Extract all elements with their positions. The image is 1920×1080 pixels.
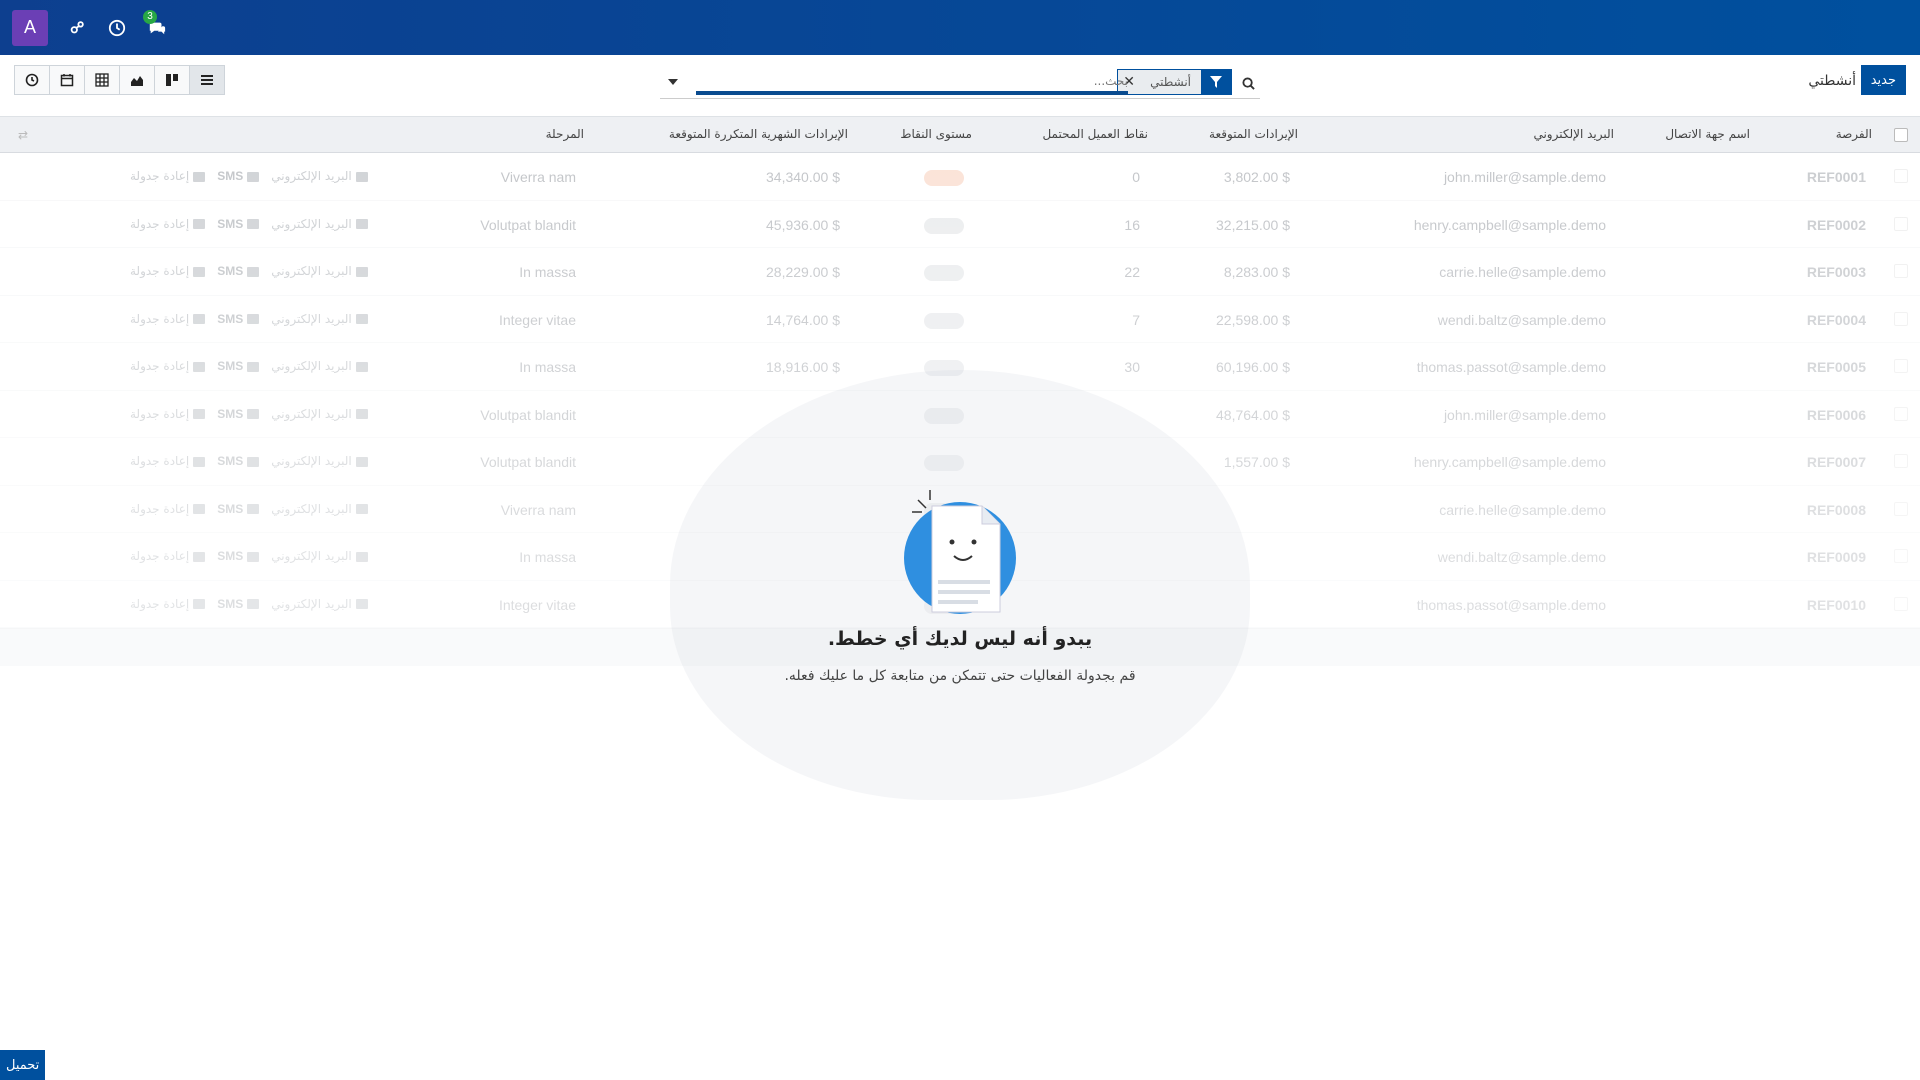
control-panel: جديد أنشطتي أنشطتي ✕ bbox=[0, 55, 1920, 117]
filter-facet: أنشطتي ✕ bbox=[1117, 69, 1232, 95]
kanban-view-icon[interactable] bbox=[154, 65, 190, 95]
new-button[interactable]: جديد bbox=[1860, 65, 1906, 95]
optional-columns-icon[interactable]: ⇄ bbox=[12, 128, 28, 142]
chat-icon[interactable]: 3 bbox=[143, 9, 168, 39]
user-avatar[interactable]: A bbox=[12, 9, 48, 46]
helper-title: يبدو أنه ليس لديك أي خطط. bbox=[827, 628, 1093, 650]
filter-icon bbox=[1201, 70, 1231, 94]
view-switcher bbox=[14, 65, 225, 95]
search-input[interactable] bbox=[696, 71, 1128, 95]
list-view-icon[interactable] bbox=[189, 65, 225, 95]
debug-icon[interactable] bbox=[66, 17, 88, 39]
helper-subtitle: قم بجدولة الفعاليات حتى تتمكن من متابعة … bbox=[784, 668, 1136, 684]
search-bar: أنشطتي ✕ bbox=[660, 67, 1260, 99]
no-content-helper: يبدو أنه ليس لديك أي خطط. قم بجدولة الفع… bbox=[660, 480, 1260, 684]
download-button[interactable]: تحميل bbox=[0, 1050, 46, 1080]
chat-badge: 3 bbox=[143, 9, 157, 24]
select-all-checkbox[interactable] bbox=[1894, 128, 1908, 142]
header-expected-revenue[interactable]: الإيرادات المتوقعة bbox=[1209, 127, 1298, 141]
list-header: الفرصة اسم جهة الاتصال البريد الإلكتروني… bbox=[0, 117, 1920, 153]
graph-view-icon[interactable] bbox=[119, 65, 155, 95]
activity-view-icon[interactable] bbox=[14, 65, 50, 95]
empty-document-icon bbox=[900, 480, 1020, 620]
header-mrr[interactable]: الإيرادات الشهرية المتكررة المتوقعة bbox=[669, 127, 848, 141]
header-email[interactable]: البريد الإلكتروني bbox=[1533, 127, 1614, 141]
header-probability[interactable]: نقاط العميل المحتمل bbox=[1042, 127, 1148, 141]
navbar-systray: A 3 bbox=[12, 0, 168, 55]
header-contact[interactable]: اسم جهة الاتصال bbox=[1665, 127, 1750, 141]
top-navbar: A 3 bbox=[0, 0, 1920, 55]
facet-label: أنشطتي bbox=[1140, 70, 1201, 94]
calendar-view-icon[interactable] bbox=[49, 65, 85, 95]
activity-clock-icon[interactable] bbox=[106, 17, 128, 39]
search-dropdown-toggle-icon[interactable] bbox=[666, 75, 680, 89]
search-icon[interactable] bbox=[1236, 71, 1260, 95]
header-opportunity[interactable]: الفرصة bbox=[1836, 127, 1872, 141]
breadcrumb: أنشطتي bbox=[1808, 73, 1856, 89]
pivot-view-icon[interactable] bbox=[84, 65, 120, 95]
header-stage[interactable]: المرحلة bbox=[546, 127, 584, 141]
header-priority[interactable]: مستوى النقاط bbox=[900, 127, 972, 141]
